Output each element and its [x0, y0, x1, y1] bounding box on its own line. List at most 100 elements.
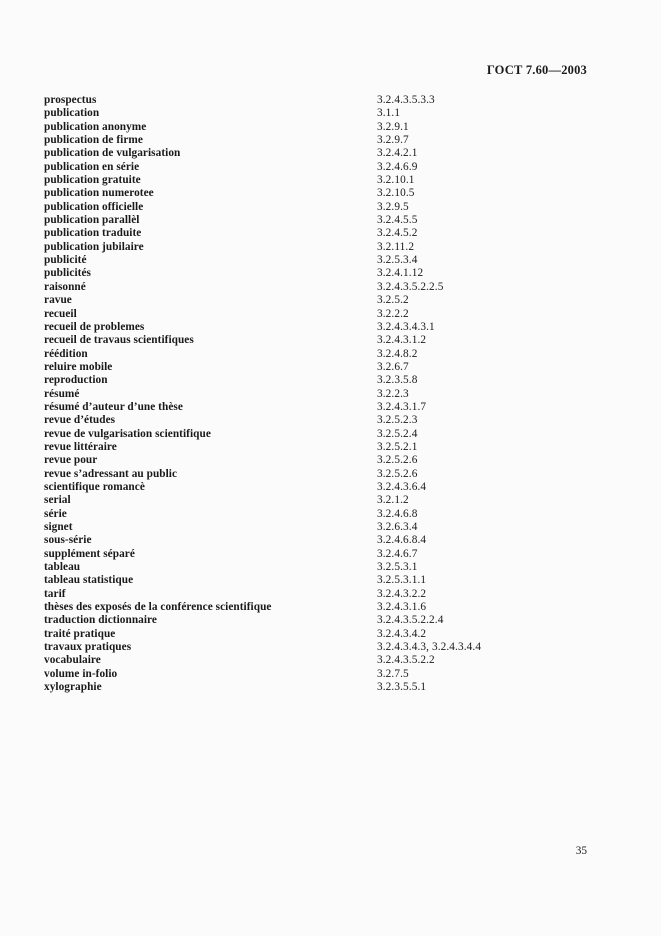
index-entry: publication jubilaire 3.2.11.2 [44, 241, 617, 254]
index-entry-term: tarif [44, 587, 66, 600]
index-entry-reference: 3.2.4.3.1.2 [377, 334, 427, 347]
index-entry: publication 3.1.1 [44, 107, 617, 120]
index-entry: scientifique romancè 3.2.4.3.6.4 [44, 481, 617, 494]
index-entry-term: vocabulaire [44, 654, 101, 667]
index-entry-term: thèses des exposés de la conférence scie… [44, 601, 272, 614]
index-entry: résumé 3.2.2.3 [44, 388, 617, 401]
index-entry-term: réédition [44, 347, 88, 360]
index-entry: revue de vulgarisation scientifique 3.2.5… [44, 428, 617, 441]
index-entry-term: signet [44, 521, 73, 533]
index-entry: publication en série 3.2.4.6.9 [44, 161, 617, 174]
index-entry-reference: 3.2.10.1 [377, 174, 415, 187]
index-entry-term: publicités [44, 267, 91, 280]
index-entry-reference: 3.2.4.6.7 [377, 547, 418, 560]
index-entry: série 3.2.4.6.8 [44, 508, 617, 521]
index-entry: publication traduite 3.2.4.5.2 [44, 227, 617, 240]
index-entry: reproduction 3.2.3.5.8 [44, 374, 617, 387]
index-entry-term: xylographie [44, 681, 102, 694]
index-entry-reference: 3.2.4.3.4.3, 3.2.4.3.4.4 [377, 641, 482, 654]
index-entry-term: recueil [44, 307, 77, 320]
index-entry-reference: 3.2.7.5 [377, 667, 409, 680]
index-entry-term: revue littéraire [44, 440, 117, 453]
index-entry-term: tableau [44, 561, 81, 574]
index-entry-term: serial [44, 494, 71, 507]
index-entry-reference: 3.2.4.3.4.2 [377, 627, 427, 640]
index-entry-term: reproduction [44, 374, 108, 387]
index-entry-reference: 3.2.5.3.1 [377, 561, 418, 574]
index-entry-reference: 3.2.4.6.8 [377, 507, 418, 520]
index-entry: volume in-folio 3.2.7.5 [44, 668, 617, 681]
index-entry: vocabulaire 3.2.4.3.5.2.2 [44, 654, 617, 667]
index-entry: recueil de problemes 3.2.4.3.4.3.1 [44, 321, 617, 334]
index-entry-term: recueil de travaus scientifiques [44, 334, 194, 347]
index-entry-term: publication de firme [44, 134, 143, 147]
page-number: 35 [575, 845, 587, 857]
index-entry-term: raisonné [44, 280, 86, 293]
index-entry-reference: 3.2.11.2 [377, 240, 415, 253]
index-entry-reference: 3.2.2.3 [377, 387, 409, 400]
index-entry-term: revue pour [44, 454, 98, 467]
index-entry-term: série [44, 507, 67, 520]
index-entry-term: publication [44, 107, 100, 120]
index-entry-reference: 3.2.6.7 [377, 360, 409, 373]
running-header-standard-title: ГОСТ 7.60—2003 [486, 63, 587, 77]
index-entry-term: reluire mobile [44, 360, 113, 373]
index-entry-reference: 3.2.4.3.5.2.2 [377, 654, 435, 667]
index-entry-reference: 3.2.4.5.2 [377, 227, 418, 240]
index-entry: publication parallèl 3.2.4.5.5 [44, 214, 617, 227]
index-entry-term: résumé d’auteur d’une thèse [44, 400, 183, 413]
index-entry-term: publication jubilaire [44, 240, 144, 253]
index-entry-term: traité pratique [44, 627, 116, 640]
index-entry: publication de firme 3.2.9.7 [44, 134, 617, 147]
index-entry-reference: 3.1.1 [377, 107, 401, 120]
index-entry: thèses des exposés de la conférence scie… [44, 601, 617, 614]
index-entry-term: résumé [44, 387, 80, 400]
index-entry: résumé d’auteur d’une thèse 3.2.4.3.1.7 [44, 401, 617, 414]
index-entry: revue littéraire 3.2.5.2.1 [44, 441, 617, 454]
index-entry: tarif 3.2.4.3.2.2 [44, 588, 617, 601]
index-entry: raisonné 3.2.4.3.5.2.2.5 [44, 281, 617, 294]
index-entry-term: sous-série [44, 534, 92, 547]
index-entry-reference: 3.2.4.3.6.4 [377, 480, 427, 493]
index-entry: publication anonyme 3.2.9.1 [44, 121, 617, 134]
index-entry-reference: 3.2.4.3.2.2 [377, 587, 427, 600]
index-entry-reference: 3.2.4.6.9 [377, 160, 418, 173]
index-entry-reference: 3.2.4.1.12 [377, 267, 424, 280]
index-entry: sous-série 3.2.4.6.8.4 [44, 534, 617, 547]
index-entry-term: scientifique romancè [44, 480, 145, 493]
index-entry-term: publicité [44, 254, 87, 267]
index-entry-reference: 3.2.5.2 [377, 294, 409, 307]
index-entry: revue pour 3.2.5.2.6 [44, 454, 617, 467]
index-entry-reference: 3.2.1.2 [377, 494, 409, 507]
alphabetical-index-list: prospectus 3.2.4.3.5.3.3 publication 3.1.1 p… [44, 94, 617, 694]
index-entry: publication de vulgarisation 3.2.4.2.1 [44, 147, 617, 160]
index-entry: publication officielle 3.2.9.5 [44, 201, 617, 214]
index-entry: tableau 3.2.5.3.1 [44, 561, 617, 574]
index-entry-reference: 3.2.9.5 [377, 200, 409, 213]
index-entry-term: publication de vulgarisation [44, 147, 181, 160]
index-entry-term: publication gratuite [44, 174, 141, 187]
index-entry-term: supplément séparé [44, 547, 135, 560]
index-entry-reference: 3.2.3.5.8 [377, 374, 418, 387]
index-entry-reference: 3.2.10.5 [377, 187, 415, 200]
index-entry: signet 3.2.6.3.4 [44, 521, 617, 534]
index-entry: ravue 3.2.5.2 [44, 294, 617, 307]
index-entry: recueil 3.2.2.2 [44, 308, 617, 321]
index-entry: serial 3.2.1.2 [44, 494, 617, 507]
index-entry-reference: 3.2.4.6.8.4 [377, 534, 427, 547]
index-entry-term: tableau statistique [44, 574, 134, 587]
index-entry-term: revue de vulgarisation scientifique [44, 427, 211, 440]
index-entry: travaux pratiques 3.2.4.3.4.3, 3.2.4.3.4.… [44, 641, 617, 654]
index-entry-term: recueil de problemes [44, 320, 145, 333]
index-entry-term: volume in-folio [44, 667, 118, 680]
index-entry: traité pratique 3.2.4.3.4.2 [44, 628, 617, 641]
index-entry-reference: 3.2.9.7 [377, 134, 409, 147]
index-entry-reference: 3.2.5.2.1 [377, 440, 418, 453]
index-entry: revue d’études 3.2.5.2.3 [44, 414, 617, 427]
index-entry-reference: 3.2.9.1 [377, 120, 409, 133]
index-entry: recueil de travaus scientifiques 3.2.4.3.… [44, 334, 617, 347]
index-entry-term: publication numerotee [44, 187, 154, 200]
index-entry: supplément séparé 3.2.4.6.7 [44, 548, 617, 561]
index-entry-reference: 3.2.5.3.4 [377, 254, 418, 267]
index-entry-reference: 3.2.5.3.1.1 [377, 574, 427, 587]
